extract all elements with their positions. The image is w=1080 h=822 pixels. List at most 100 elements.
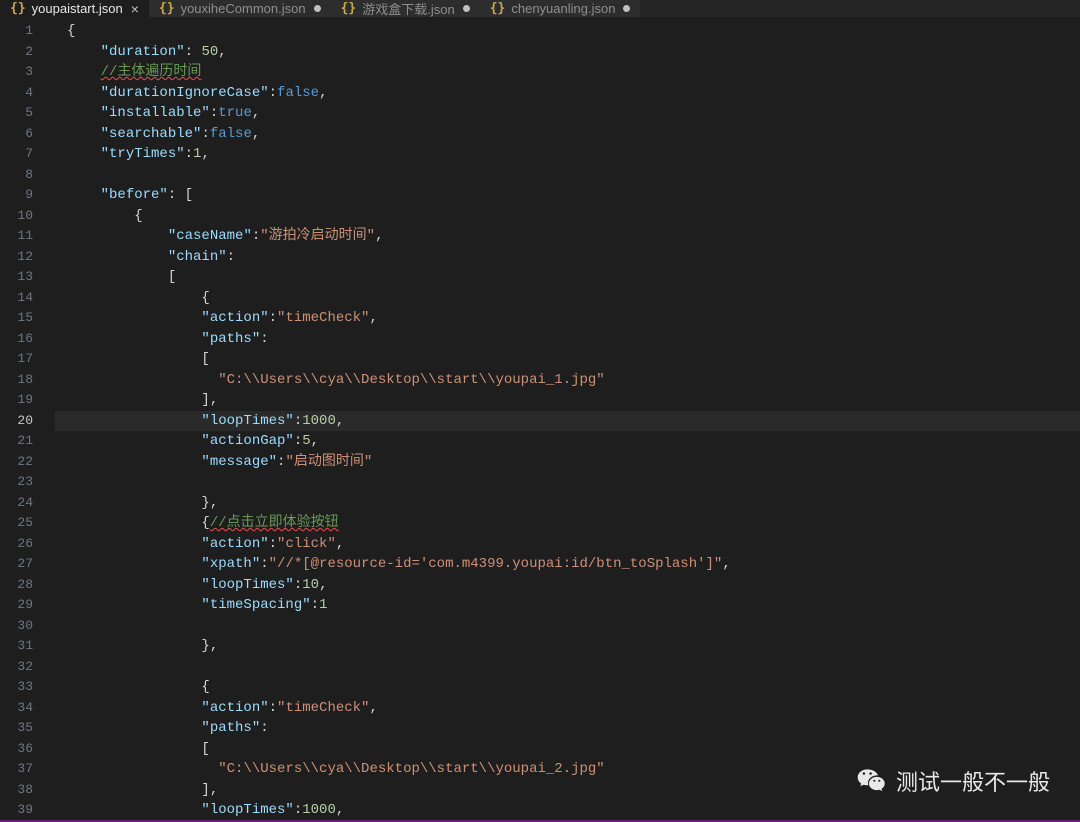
val: 1	[319, 597, 327, 613]
key-paths: "paths"	[201, 331, 260, 347]
key-installable: "installable"	[101, 105, 210, 121]
key-action: "action"	[201, 310, 268, 326]
line-number: 6	[0, 124, 55, 145]
line-number: 14	[0, 288, 55, 309]
json-icon: {}	[490, 1, 506, 16]
line-number: 31	[0, 636, 55, 657]
val-path: "C:\\Users\\cya\\Desktop\\start\\youpai_…	[218, 372, 604, 388]
line-number: 22	[0, 452, 55, 473]
line-number: 1	[0, 21, 55, 42]
key-looptimes: "loopTimes"	[201, 413, 293, 429]
line-number: 27	[0, 554, 55, 575]
line-number: 3	[0, 62, 55, 83]
line-number: 24	[0, 493, 55, 514]
tab-label: youpaistart.json	[32, 1, 123, 16]
watermark: 测试一般不一般	[856, 765, 1050, 797]
val-path: "C:\\Users\\cya\\Desktop\\start\\youpai_…	[218, 761, 604, 777]
line-number: 25	[0, 513, 55, 534]
line-number: 15	[0, 308, 55, 329]
json-icon: {}	[341, 1, 357, 16]
key-action: "action"	[201, 700, 268, 716]
val: false	[210, 126, 252, 142]
val: "启动图时间"	[285, 454, 372, 470]
tab-youpaistart[interactable]: {} youpaistart.json ×	[0, 0, 149, 17]
key-durationignorecase: "durationIgnoreCase"	[101, 85, 269, 101]
line-number: 29	[0, 595, 55, 616]
brace: {	[67, 23, 75, 39]
key-searchable: "searchable"	[101, 126, 202, 142]
dirty-indicator-icon	[314, 5, 321, 12]
line-number: 10	[0, 206, 55, 227]
val: false	[277, 85, 319, 101]
wechat-icon	[856, 766, 886, 796]
val: 1000	[302, 802, 336, 818]
val: "click"	[277, 536, 336, 552]
tab-chenyuanling[interactable]: {} chenyuanling.json	[480, 0, 641, 17]
line-number: 17	[0, 349, 55, 370]
key-actiongap: "actionGap"	[201, 433, 293, 449]
line-number-gutter: 1234567891011121314151617181920212223242…	[0, 17, 55, 822]
comment: //点击立即体验按钮	[210, 515, 339, 531]
tab-youxihe-download[interactable]: {} 游戏盒下载.json	[331, 0, 480, 17]
line-number: 20	[0, 411, 55, 432]
dirty-indicator-icon	[463, 5, 470, 12]
line-number: 4	[0, 83, 55, 104]
key-trytimes: "tryTimes"	[101, 146, 185, 162]
watermark-text: 测试一般不一般	[896, 765, 1050, 797]
line-number: 7	[0, 144, 55, 165]
line-number: 11	[0, 226, 55, 247]
line-number: 38	[0, 780, 55, 801]
line-number: 33	[0, 677, 55, 698]
line-number: 9	[0, 185, 55, 206]
dirty-indicator-icon	[623, 5, 630, 12]
line-number: 37	[0, 759, 55, 780]
line-number: 35	[0, 718, 55, 739]
line-number: 36	[0, 739, 55, 760]
tab-label: 游戏盒下载.json	[362, 0, 454, 18]
key-looptimes: "loopTimes"	[201, 802, 293, 818]
line-number: 2	[0, 42, 55, 63]
line-number: 28	[0, 575, 55, 596]
line-number: 26	[0, 534, 55, 555]
line-number: 21	[0, 431, 55, 452]
key-xpath: "xpath"	[201, 556, 260, 572]
key-looptimes: "loopTimes"	[201, 577, 293, 593]
val: 1000	[302, 413, 336, 429]
val: 5	[302, 433, 310, 449]
val: "timeCheck"	[277, 310, 369, 326]
editor[interactable]: 1234567891011121314151617181920212223242…	[0, 17, 1080, 822]
key-message: "message"	[201, 454, 277, 470]
val: "timeCheck"	[277, 700, 369, 716]
line-number: 5	[0, 103, 55, 124]
val: "游拍冷启动时间"	[260, 228, 375, 244]
comment: //主体遍历时间	[101, 64, 202, 80]
line-number: 32	[0, 657, 55, 678]
key-paths: "paths"	[201, 720, 260, 736]
val: "//*[@resource-id='com.m4399.youpai:id/b…	[269, 556, 723, 572]
line-number: 16	[0, 329, 55, 350]
line-number: 39	[0, 800, 55, 821]
key-casename: "caseName"	[168, 228, 252, 244]
tab-bar: {} youpaistart.json × {} youxiheCommon.j…	[0, 0, 1080, 17]
val: 10	[302, 577, 319, 593]
line-number: 13	[0, 267, 55, 288]
key-duration: "duration"	[101, 44, 185, 60]
val: true	[218, 105, 252, 121]
close-icon[interactable]: ×	[131, 2, 139, 16]
line-number: 34	[0, 698, 55, 719]
tab-youxihecommon[interactable]: {} youxiheCommon.json	[149, 0, 331, 17]
key-timespacing: "timeSpacing"	[201, 597, 310, 613]
tab-label: chenyuanling.json	[511, 1, 615, 16]
line-number: 19	[0, 390, 55, 411]
code-area[interactable]: { "duration": 50, //主体遍历时间 "durationIgno…	[55, 17, 1080, 822]
val-duration: 50	[201, 44, 218, 60]
line-number: 30	[0, 616, 55, 637]
line-number: 12	[0, 247, 55, 268]
tab-label: youxiheCommon.json	[181, 1, 306, 16]
json-icon: {}	[10, 1, 26, 16]
line-number: 18	[0, 370, 55, 391]
line-number: 23	[0, 472, 55, 493]
key-action: "action"	[201, 536, 268, 552]
brace: {	[134, 208, 142, 224]
line-number: 8	[0, 165, 55, 186]
